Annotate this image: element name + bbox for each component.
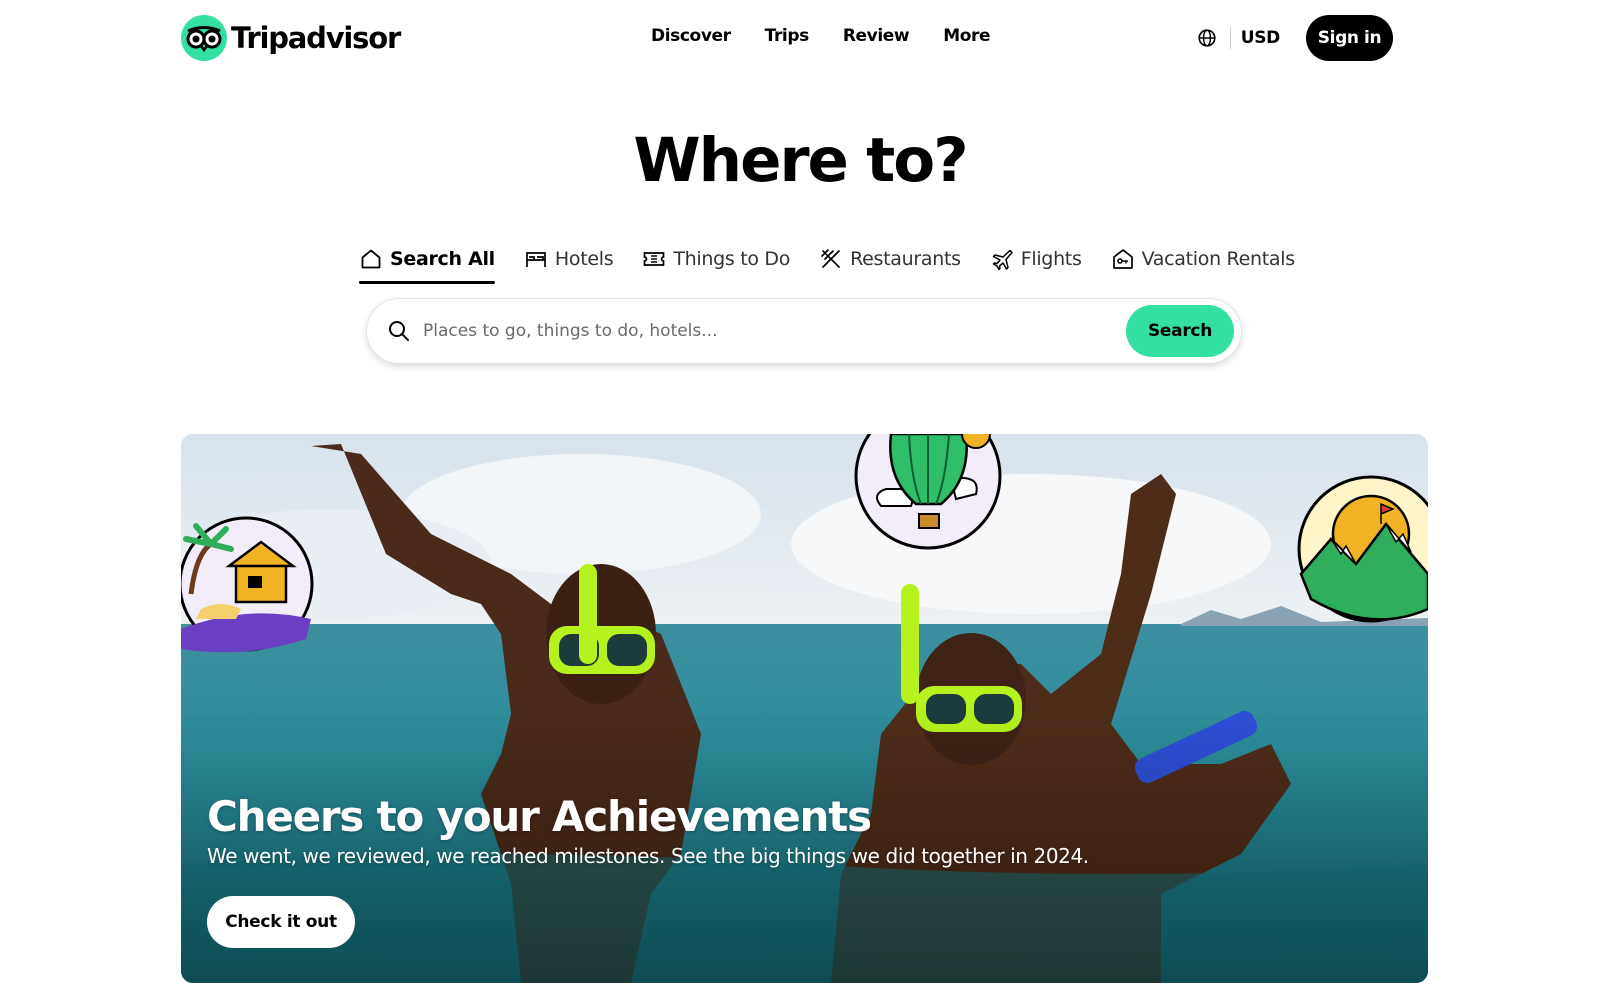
tab-things-to-do[interactable]: Things to Do [642, 238, 790, 280]
search-icon [389, 321, 409, 341]
tab-flights[interactable]: Flights [990, 238, 1082, 280]
tripadvisor-logo[interactable]: Tripadvisor [181, 15, 401, 61]
currency-selector[interactable]: USD [1241, 28, 1281, 48]
house-key-icon [1112, 249, 1133, 269]
beach-hut-sticker [181, 516, 314, 653]
tab-label: Flights [1020, 248, 1082, 270]
utensils-icon [821, 249, 840, 268]
tab-label: Restaurants [850, 248, 961, 270]
header-tools: USD Sign in [1196, 15, 1393, 61]
tab-hotels[interactable]: Hotels [524, 238, 614, 280]
banner-title: Cheers to your Achievements [207, 792, 872, 841]
nav-review[interactable]: Review [826, 26, 926, 46]
banner-subtitle: We went, we reviewed, we reached milesto… [207, 844, 1089, 868]
tab-label: Hotels [554, 248, 614, 270]
search-button[interactable]: Search [1126, 305, 1234, 357]
mountain-sun-sticker [1297, 475, 1428, 623]
tab-restaurants[interactable]: Restaurants [819, 238, 961, 280]
tab-label: Vacation Rentals [1141, 248, 1296, 270]
check-it-out-button[interactable]: Check it out [207, 896, 355, 948]
promo-banner[interactable]: Cheers to your Achievements We went, we … [181, 434, 1428, 983]
nav-trips[interactable]: Trips [748, 26, 826, 46]
search-input[interactable] [423, 321, 1126, 341]
site-header: Tripadvisor Discover Trips Review More U… [0, 0, 1600, 76]
globe-icon[interactable] [1196, 27, 1218, 49]
search-category-tabs: Search All Hotels Things to Do Restauran… [359, 238, 1324, 284]
home-icon [361, 249, 381, 269]
plane-icon [992, 249, 1013, 271]
owl-logo-icon [181, 15, 227, 61]
search-bar: Search [367, 299, 1241, 363]
nav-discover[interactable]: Discover [651, 26, 748, 46]
banner-photo [181, 434, 1428, 983]
ticket-icon [643, 252, 665, 266]
nav-more[interactable]: More [926, 26, 1007, 46]
page-title: Where to? [633, 125, 968, 196]
tab-search-all[interactable]: Search All [359, 238, 495, 284]
header-divider [1229, 27, 1231, 49]
sign-in-button[interactable]: Sign in [1306, 15, 1393, 61]
tab-label: Search All [390, 248, 495, 270]
brand-name: Tripadvisor [231, 21, 401, 55]
tab-vacation-rentals[interactable]: Vacation Rentals [1111, 238, 1295, 280]
bed-icon [526, 252, 546, 267]
tab-label: Things to Do [673, 248, 791, 270]
main-nav: Discover Trips Review More [651, 26, 1007, 46]
